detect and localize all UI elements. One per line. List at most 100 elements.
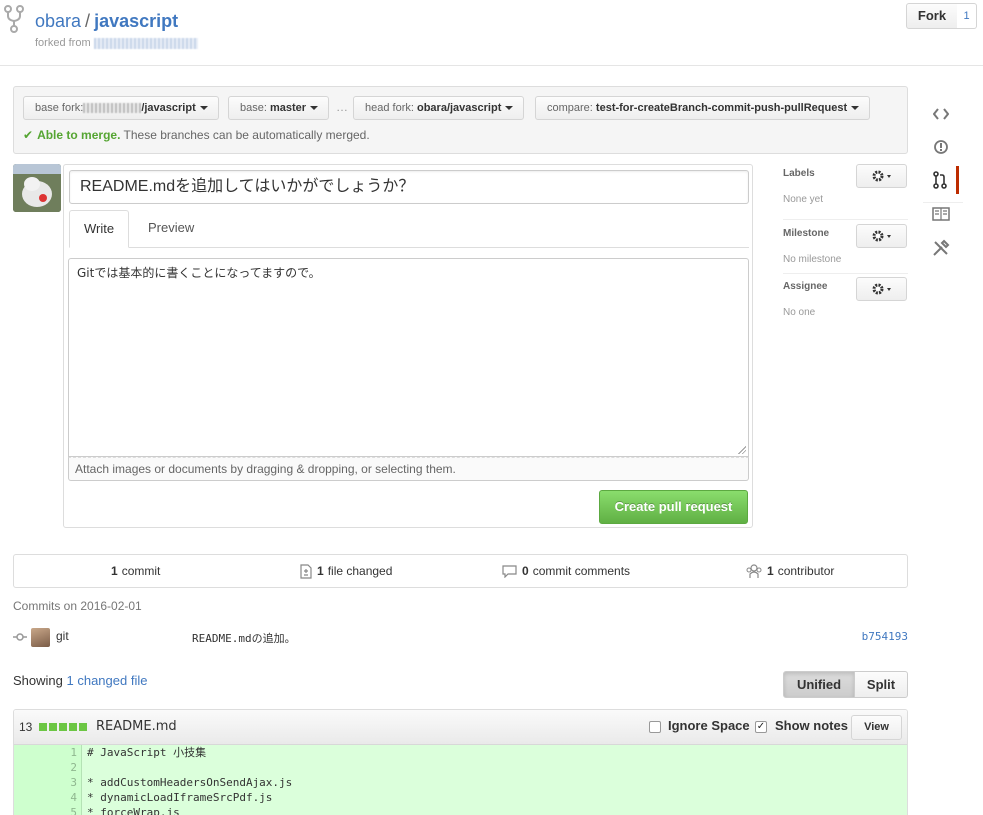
- old-line-number: [14, 805, 48, 815]
- tab-write[interactable]: Write: [69, 210, 130, 248]
- create-pull-request-button[interactable]: Create pull request: [599, 490, 748, 524]
- file-name[interactable]: README.md: [96, 719, 177, 734]
- unified-view-button[interactable]: Unified: [783, 671, 855, 698]
- milestone-gear-button[interactable]: [856, 224, 907, 248]
- show-notes-checkbox[interactable]: ✓: [755, 721, 767, 733]
- diff-code: * forceWrap.js: [87, 806, 180, 815]
- contributors-count: 1: [767, 564, 774, 578]
- gear-icon: [872, 283, 891, 295]
- commits-count: 1: [111, 564, 118, 578]
- files-changed-stat[interactable]: 1 file changed: [300, 555, 392, 587]
- resize-grip-icon[interactable]: [738, 446, 746, 454]
- repo-owner-link[interactable]: obara: [35, 11, 81, 31]
- pr-body-textarea[interactable]: Gitでは基本的に書くことになってますので。: [68, 258, 749, 457]
- attach-files-bar[interactable]: Attach images or documents by dragging &…: [68, 457, 749, 481]
- base-fork-value: /javascript: [141, 102, 196, 114]
- showing-prefix: Showing: [13, 673, 63, 688]
- base-fork-owner-obscured: [83, 103, 142, 114]
- base-fork-label: base fork:: [35, 102, 84, 114]
- ignore-space-checkbox[interactable]: [649, 721, 661, 733]
- head-fork-value: obara/javascript: [416, 102, 502, 114]
- diff-line: 2: [14, 760, 907, 775]
- milestone-value: No milestone: [783, 254, 842, 265]
- showing-files: Showing 1 changed file: [13, 673, 147, 688]
- commit-sha[interactable]: b754193: [862, 630, 908, 643]
- chevron-down-icon: [199, 106, 208, 111]
- range-dots: …: [336, 100, 348, 114]
- file-header: 13 README.md Ignore Space ✓ Show notes V…: [14, 710, 907, 745]
- avatar-image: [13, 164, 61, 212]
- pr-title-input[interactable]: README.mdを追加してはいかがでしょうか？: [69, 170, 749, 204]
- commit-comments-stat[interactable]: 0 commit comments: [502, 555, 630, 587]
- book-icon[interactable]: [923, 200, 959, 228]
- assignee-gear-button[interactable]: [856, 277, 907, 301]
- gear-icon: [872, 230, 891, 242]
- fork-button[interactable]: Fork: [906, 3, 958, 29]
- commits-stat[interactable]: 1 commit: [111, 555, 160, 587]
- split-view-button[interactable]: Split: [854, 671, 908, 698]
- comment-icon: [502, 564, 517, 578]
- diff-line: 1 # JavaScript 小技集: [14, 745, 907, 760]
- view-file-button[interactable]: View: [851, 715, 902, 740]
- contributors-stat[interactable]: 1 contributor: [746, 555, 834, 587]
- compare-branch-label: compare:: [547, 102, 593, 114]
- commit-row: git README.mdの追加。 b754193: [13, 626, 908, 648]
- organization-icon: [746, 563, 762, 578]
- file-diff: 1 3 README.md Ignore Space ✓ Show notes V…: [13, 709, 908, 815]
- labels-gear-button[interactable]: [856, 164, 907, 188]
- new-line-number[interactable]: 1: [48, 745, 82, 760]
- diff-code: # JavaScript 小技集: [87, 746, 207, 759]
- head-fork-select[interactable]: head fork: obara/javascript: [353, 96, 525, 120]
- forked-from: forked from: [35, 37, 198, 49]
- chevron-down-icon: [310, 106, 319, 111]
- tools-icon[interactable]: [923, 234, 959, 262]
- labels-title: Labels: [783, 168, 815, 179]
- old-line-number: [14, 745, 48, 760]
- diff-code: * dynamicLoadIframeSrcPdf.js: [87, 791, 273, 804]
- range-editor: base fork: /javascript base: master … hea…: [13, 86, 908, 154]
- issue-opened-icon[interactable]: [923, 133, 959, 161]
- compare-stats-bar: 1 commit 1 file changed 0 commit comments 1…: [13, 554, 908, 588]
- ignore-space-label[interactable]: Ignore Space: [668, 718, 750, 733]
- commit-author-avatar[interactable]: [31, 628, 50, 647]
- chevron-down-icon: [505, 106, 514, 111]
- commits-label: commit: [121, 564, 161, 578]
- new-line-number[interactable]: 5: [48, 805, 82, 815]
- base-fork-select[interactable]: base fork: /javascript: [23, 96, 219, 120]
- forked-from-label: forked from: [35, 37, 91, 49]
- files-label: file changed: [327, 564, 393, 578]
- git-pull-request-icon[interactable]: [923, 166, 959, 194]
- chevron-down-icon: [851, 106, 860, 111]
- base-branch-value: master: [269, 102, 307, 114]
- file-diff-icon: [300, 563, 312, 579]
- forked-from-source-link[interactable]: [93, 37, 198, 49]
- labels-value: None yet: [783, 194, 824, 205]
- code-icon[interactable]: [923, 100, 959, 128]
- commit-message[interactable]: README.mdの追加。: [192, 630, 296, 646]
- diff-body: 1 # JavaScript 小技集 2 3 * addCustomHeader…: [14, 745, 907, 815]
- comments-label: commit comments: [532, 564, 631, 578]
- sidebar-divider: [783, 273, 908, 274]
- merge-status-ok: Able to merge.: [37, 128, 121, 142]
- new-line-number[interactable]: 3: [48, 775, 82, 790]
- tab-preview[interactable]: Preview: [134, 210, 208, 248]
- repo-name-link[interactable]: javascript: [94, 11, 178, 31]
- old-line-number: [14, 775, 48, 790]
- base-branch-select[interactable]: base: master: [228, 96, 330, 120]
- new-line-number[interactable]: 4: [48, 790, 82, 805]
- show-notes-label[interactable]: Show notes: [775, 718, 848, 733]
- base-branch-label: base:: [240, 102, 267, 114]
- assignee-title: Assignee: [783, 281, 828, 292]
- changed-files-link[interactable]: 1 changed file: [67, 673, 148, 688]
- commit-author[interactable]: git: [56, 629, 69, 643]
- diff-code: * addCustomHeadersOnSendAjax.js: [87, 776, 293, 789]
- fork-count[interactable]: 1: [957, 3, 977, 29]
- compare-branch-select[interactable]: compare: test-for-createBranch-commit-pu…: [535, 96, 871, 120]
- repo-forked-icon: [4, 5, 24, 33]
- git-commit-icon: [13, 633, 27, 641]
- pull-request-form: README.mdを追加してはいかがでしょうか？ Write Preview G…: [63, 164, 753, 528]
- avatar[interactable]: [13, 164, 61, 212]
- milestone-title: Milestone: [783, 228, 830, 239]
- diff-line: 4 * dynamicLoadIframeSrcPdf.js: [14, 790, 907, 805]
- new-line-number[interactable]: 2: [48, 760, 82, 775]
